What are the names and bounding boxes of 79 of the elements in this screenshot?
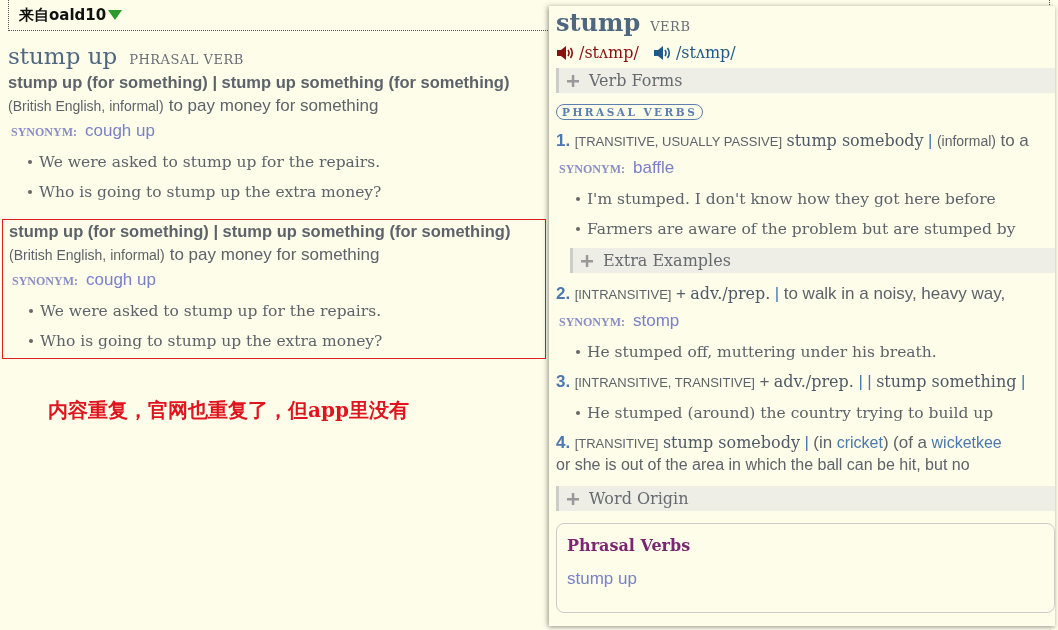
bullet-icon	[28, 190, 32, 194]
definition-text: (in	[813, 433, 833, 452]
definition-text: to pay money for something	[169, 245, 380, 264]
plus-icon	[567, 492, 579, 505]
plus-icon	[567, 74, 579, 87]
grammar-label: [INTRANSITIVE]	[574, 287, 672, 302]
definition-text: +	[675, 284, 686, 303]
example-sentence: Who is going to stump up the extra money?	[39, 183, 382, 201]
synonym-label: SYNONYM:	[559, 162, 625, 177]
synonym-label: SYNONYM:	[11, 125, 77, 140]
pattern-text: stump somebody	[662, 433, 800, 452]
grammar-label: [INTRANSITIVE, TRANSITIVE]	[574, 375, 755, 390]
example-sentence: We were asked to stump up for the repairs.	[40, 302, 382, 320]
register-label: (British English, informal)	[8, 98, 164, 114]
phrasal-verb-link[interactable]: stump up	[567, 569, 1044, 589]
source-dropdown[interactable]: 来自oald10	[19, 5, 124, 25]
card-title: Phrasal Verbs	[567, 536, 692, 555]
headword: stump	[556, 8, 641, 37]
definition-text: to pay money for something	[168, 96, 379, 115]
separator: |	[928, 131, 933, 150]
bullet-icon	[29, 309, 33, 313]
synonym-label: SYNONYM:	[12, 274, 78, 289]
part-of-speech: PHRASAL VERB	[129, 52, 244, 67]
example-sentence: He stumped off, muttering under his breath.	[587, 343, 937, 361]
pattern-text: adv./prep.	[773, 372, 854, 391]
collapsible-section[interactable]: Extra Examples	[570, 248, 1055, 273]
definition-text: )	[882, 433, 889, 452]
cross-reference-link[interactable]: cricket	[836, 434, 883, 451]
grammar-label: [TRANSITIVE]	[574, 436, 659, 451]
cross-reference-link[interactable]: wicketkee	[931, 434, 1002, 451]
headword: stump up	[8, 43, 118, 69]
bullet-icon	[576, 350, 580, 354]
bullet-icon	[576, 197, 580, 201]
speaker-icon[interactable]	[556, 44, 574, 61]
pattern-text: stump somebody	[786, 131, 924, 150]
separator: |	[804, 433, 809, 452]
sense-number: 2.	[556, 284, 571, 303]
definition-text: +	[759, 372, 770, 391]
bullet-icon	[576, 411, 580, 415]
separator: |	[774, 284, 780, 303]
pronunciation-text: /stʌmp/	[579, 43, 639, 62]
sense-number: 4.	[556, 433, 571, 452]
grammar-label: [TRANSITIVE, USUALLY PASSIVE]	[574, 134, 782, 149]
dropdown-triangle-icon	[107, 9, 124, 21]
register-label: (British English, informal)	[9, 247, 165, 263]
pattern-text: stump up (for something) | stump up something (for something)	[9, 222, 512, 241]
synonym-link[interactable]: cough up	[86, 270, 156, 290]
part-of-speech: VERB	[650, 19, 691, 34]
example-sentence: Farmers are aware of the problem but are stumped by	[587, 220, 1016, 238]
bullet-icon	[28, 160, 32, 164]
definition-text: to walk in a noisy, heavy way,	[783, 284, 1006, 303]
sense-number: 1.	[556, 131, 571, 150]
bullet-icon	[29, 339, 33, 343]
definition-text: or she is out of the area in which the ball can be hit, but no	[556, 456, 971, 474]
speaker-icon[interactable]	[652, 44, 671, 61]
collapsible-section[interactable]: Verb Forms	[556, 68, 1055, 93]
example-sentence: He stumped (around) the country trying to build up	[587, 404, 994, 422]
definition-text: (of a	[893, 433, 928, 452]
example-sentence: Who is going to stump up the extra money?	[40, 332, 383, 350]
synonym-link[interactable]: baffle	[633, 158, 675, 178]
synonym-link[interactable]: cough up	[85, 121, 155, 141]
separator: |	[858, 372, 863, 391]
pronunciation-text: /stʌmp/	[675, 43, 736, 62]
synonym-label: SYNONYM:	[559, 315, 625, 330]
synonym-link[interactable]: stomp	[633, 311, 680, 331]
plus-icon	[581, 254, 593, 267]
pattern-text: adv./prep.	[690, 284, 771, 303]
collapsible-section[interactable]: Word Origin	[556, 486, 1055, 511]
bullet-icon	[576, 227, 580, 231]
definition-text: to a	[1000, 131, 1029, 150]
separator: |	[1020, 372, 1026, 391]
example-sentence: We were asked to stump up for the repairs.	[39, 153, 381, 171]
pattern-text: stump up (for something) | stump up something (for something)	[8, 73, 511, 92]
separator: |	[867, 372, 872, 391]
pattern-text: stump something	[876, 372, 1017, 391]
example-sentence: I'm stumped. I don't know how they got here before	[587, 190, 996, 208]
sense-number: 3.	[556, 372, 571, 391]
annotation-note: 内容重复，官网也重复了，但app里没有	[48, 397, 410, 424]
register-label: (informal)	[936, 133, 996, 149]
